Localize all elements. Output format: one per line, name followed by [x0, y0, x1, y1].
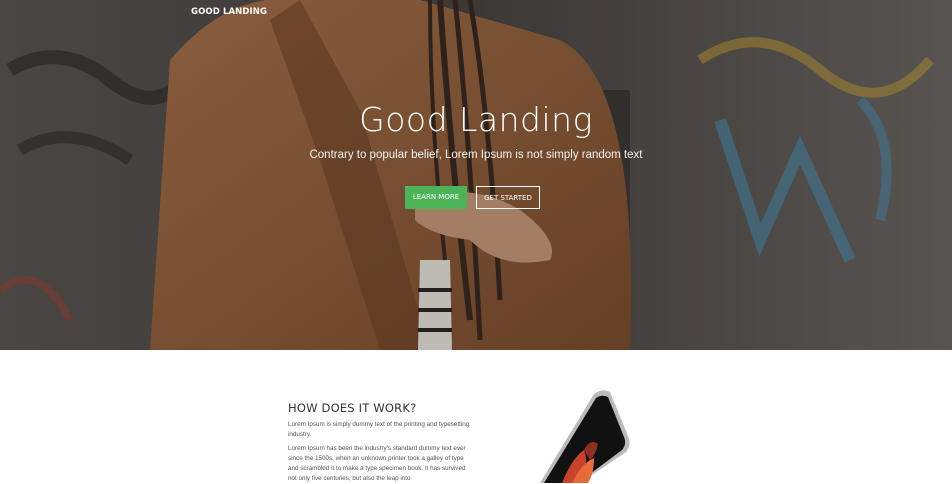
phone-image [540, 390, 630, 483]
hero-subtitle: Contrary to popular belief, Lorem Ipsum … [309, 149, 643, 161]
hero-title: Good Landing [359, 100, 593, 139]
how-it-works-section: HOW DOES IT WORK? Lorem Ipsum is simply … [0, 350, 952, 483]
brand-logo[interactable]: GOOD LANDING [191, 7, 267, 17]
section-title: HOW DOES IT WORK? [288, 401, 417, 415]
hero-overlay [0, 0, 952, 350]
get-started-button[interactable]: GET STARTED [476, 186, 540, 209]
learn-more-button[interactable]: LEARN MORE [405, 186, 467, 209]
hero-section: GOOD LANDING Good Landing Contrary to po… [0, 0, 952, 350]
section-paragraph: Lorem Ipsum is simply dummy text of the … [288, 421, 470, 438]
section-paragraph: Lorem Ipsum has been the industry's stan… [288, 445, 466, 482]
